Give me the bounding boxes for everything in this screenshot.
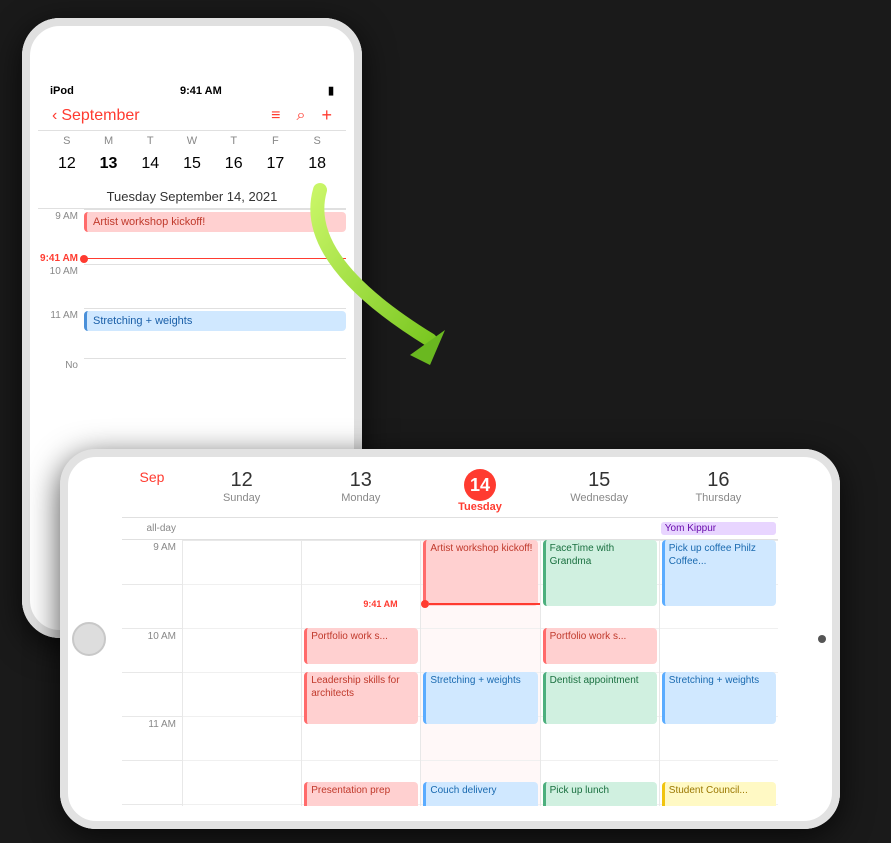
event-student-council[interactable]: Student Council... [662,782,776,806]
day-numbers-row: 12 13 14 15 16 17 18 [38,147,346,181]
battery-icon: ▮ [328,84,334,97]
day-17[interactable]: 17 [255,149,297,179]
event-mon-portfolio[interactable]: Portfolio work s... [304,628,418,664]
day-12[interactable]: 12 [46,149,88,179]
time-row-11am: 11 AM Stretching + weights [38,308,346,358]
week-col-tuesday-body: Artist workshop kickoff! 9:41 AM Stretch… [420,540,539,806]
week-col-thu[interactable]: 16 Thursday [659,465,778,517]
day-name-t1: T [129,135,171,147]
event-thu-stretching[interactable]: Stretching + weights [662,672,776,724]
week-time-column: 9 AM 10 AM 11 AM Noon 1 PM [122,540,182,806]
calendar-header: ‹ September ≡ ⌕ + [38,101,346,131]
ipod-landscape-device: Sep 12 Sunday 13 Monday 14 Tuesday 15 We… [60,449,840,829]
week-col-wed[interactable]: 15 Wednesday [540,465,659,517]
event-tue-stretching[interactable]: Stretching + weights [423,672,537,724]
day-name-f: F [255,135,297,147]
month-title: September [61,107,139,125]
event-tue-artist-workshop[interactable]: Artist workshop kickoff! [423,540,537,606]
day-picker: S M T W T F S 12 13 14 15 16 17 [38,131,346,185]
day-18[interactable]: 18 [296,149,338,179]
allday-sun [182,528,301,530]
current-time-row: 9:41 AM [38,253,346,264]
time-row-10am: 10 AM [38,264,346,308]
week-col-monday-body: Portfolio work s... Leadership skills fo… [301,540,420,806]
week-body[interactable]: 9 AM 10 AM 11 AM Noon 1 PM [122,540,778,806]
day-name-w: W [171,135,213,147]
list-icon[interactable]: ≡ [271,107,280,125]
time-row-noon: No­ [38,358,346,402]
day-14-today[interactable]: 14 [129,149,171,179]
current-time-dot [80,255,88,263]
event-wed-portfolio[interactable]: Portfolio work s... [543,628,657,664]
allday-thu: Yom Kippur [659,521,778,536]
current-time-indicator: 9:41 AM [421,600,539,608]
cti-dot [421,600,429,608]
search-icon[interactable]: ⌕ [297,107,306,125]
selected-date-label: Tuesday September 14, 2021 [38,185,346,209]
allday-wed [540,528,659,530]
cti-line [429,603,539,605]
week-col-sun[interactable]: 12 Sunday [182,465,301,517]
week-col-sunday-body [182,540,301,806]
day-name-t2: T [213,135,255,147]
header-icons: ≡ ⌕ + [271,105,332,126]
event-pickup-coffee[interactable]: Pick up coffee Philz Coffee... [662,540,776,606]
event-dentist[interactable]: Dentist appointment [543,672,657,724]
allday-label: all-day [122,523,182,534]
allday-row: all-day Yom Kippur [122,518,778,540]
day-name-m: M [88,135,130,147]
back-button[interactable]: ‹ September [52,107,140,125]
event-couch-delivery[interactable]: Couch delivery [423,782,537,806]
time-row-9am: 9 AM Artist workshop kickoff! [38,209,346,253]
today-circle: 14 [129,149,171,179]
day-name-s1: S [46,135,88,147]
back-chevron: ‹ [52,107,57,125]
cti-label: 9:41 AM [363,599,397,609]
event-presentation-prep[interactable]: Presentation prep [304,782,418,806]
home-button-landscape[interactable] [72,622,106,656]
event-leadership-skills[interactable]: Leadership skills for architects [304,672,418,724]
day-name-s2: S [296,135,338,147]
week-col-mon[interactable]: 13 Monday [301,465,420,517]
day-13[interactable]: 13 [88,149,130,179]
allday-tue [420,528,539,530]
event-stretching[interactable]: Stretching + weights [84,311,346,331]
day-16[interactable]: 16 [213,149,255,179]
day-names-row: S M T W T F S [38,135,346,147]
event-pickup-lunch[interactable]: Pick up lunch [543,782,657,806]
week-day-columns: Portfolio work s... Leadership skills fo… [182,540,778,806]
rear-camera [818,635,826,643]
yom-kippur-event[interactable]: Yom Kippur [661,522,776,535]
week-header: Sep 12 Sunday 13 Monday 14 Tuesday 15 We… [122,465,778,518]
landscape-screen: Sep 12 Sunday 13 Monday 14 Tuesday 15 We… [122,465,778,813]
event-artist-workshop[interactable]: Artist workshop kickoff! [84,212,346,232]
status-bar-portrait: iPod 9:41 AM ▮ [38,80,346,101]
event-facetime-grandma[interactable]: FaceTime with Grandma [543,540,657,606]
day-15[interactable]: 15 [171,149,213,179]
time-label: 9:41 AM [180,85,222,97]
allday-mon [301,528,420,530]
add-icon[interactable]: + [321,105,332,126]
week-col-tue-today[interactable]: 14 Tuesday [420,465,539,517]
week-col-wednesday-body: FaceTime with Grandma Portfolio work s..… [540,540,659,806]
week-sep-label: Sep [122,465,182,517]
week-col-thursday-body: Pick up coffee Philz Coffee... Stretchin… [659,540,778,806]
carrier-label: iPod [50,85,74,97]
